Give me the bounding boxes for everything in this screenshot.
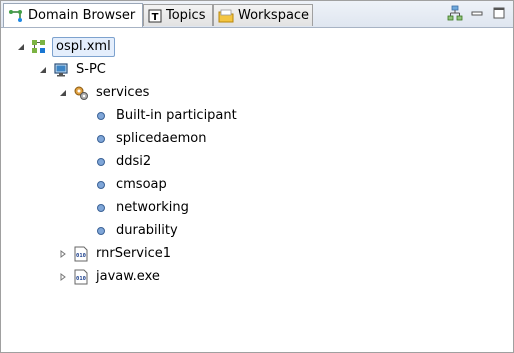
tree-item-label: cmsoap: [116, 177, 167, 192]
tree-item-label: javaw.exe: [96, 269, 160, 284]
svg-text:010: 010: [76, 276, 86, 282]
tree-item-label: services: [96, 85, 150, 100]
computer-icon: [53, 62, 69, 78]
binary-executable-icon: 010: [73, 269, 89, 285]
workspace-icon: [218, 9, 234, 23]
maximize-icon[interactable]: [491, 5, 507, 21]
service-bullet-icon: [93, 108, 109, 124]
tree-item-service[interactable]: splicedaemon: [77, 128, 208, 150]
tab-label: Domain Browser: [28, 8, 136, 23]
tab-label: Topics: [166, 8, 206, 23]
binary-executable-icon: 010: [73, 246, 89, 262]
tree-item-label: rnrService1: [96, 246, 172, 261]
tree-item-label: S-PC: [76, 62, 106, 77]
expanded-arrow-icon[interactable]: [57, 87, 69, 99]
tree-item-label: networking: [116, 200, 189, 215]
svg-text:010: 010: [76, 253, 86, 259]
service-bullet-icon: [93, 154, 109, 170]
tree-item-service[interactable]: durability: [77, 220, 180, 242]
gears-icon: [73, 85, 89, 101]
service-bullet-icon: [93, 177, 109, 193]
collapsed-arrow-icon[interactable]: [57, 248, 69, 260]
service-bullet-icon: [93, 223, 109, 239]
tab-domain-browser[interactable]: Domain Browser: [3, 3, 143, 27]
tree-item-label: durability: [116, 223, 178, 238]
view-tab-bar: Domain Browser T Topics Workspace: [1, 1, 513, 28]
tree-item-label: ddsi2: [116, 154, 152, 169]
tree-item-service[interactable]: Built-in participant: [77, 105, 239, 127]
tree-item-process[interactable]: 010 javaw.exe: [57, 266, 162, 288]
tree-item-label: ospl.xml: [52, 37, 115, 57]
service-bullet-icon: [93, 131, 109, 147]
tree-item-service[interactable]: cmsoap: [77, 174, 169, 196]
tree-item-node[interactable]: S-PC: [37, 59, 108, 81]
tab-topics[interactable]: T Topics: [143, 4, 213, 26]
expanded-arrow-icon[interactable]: [37, 64, 49, 76]
expanded-arrow-icon[interactable]: [15, 41, 27, 53]
view-toolbar: [441, 5, 507, 21]
tree-item-label: Built-in participant: [116, 108, 237, 123]
service-bullet-icon: [93, 200, 109, 216]
svg-text:T: T: [152, 12, 159, 23]
tree-item-root[interactable]: ospl.xml: [15, 36, 115, 58]
tree-item-service[interactable]: networking: [77, 197, 191, 219]
topics-icon: T: [148, 9, 162, 23]
tree-item-service[interactable]: ddsi2: [77, 151, 153, 173]
tab-workspace[interactable]: Workspace: [213, 4, 313, 26]
minimize-icon[interactable]: [469, 5, 485, 21]
domain-tree: ospl.xml S-PC services Built-in particip…: [1, 28, 513, 352]
tree-item-services[interactable]: services: [57, 82, 151, 104]
domain-browser-icon: [8, 8, 24, 24]
hierarchy-icon[interactable]: [447, 5, 463, 21]
domain-config-icon: [31, 39, 47, 55]
tree-item-label: splicedaemon: [116, 131, 207, 146]
tab-label: Workspace: [238, 8, 310, 23]
tree-item-process[interactable]: 010 rnrService1: [57, 243, 173, 265]
collapsed-arrow-icon[interactable]: [57, 271, 69, 283]
domain-browser-panel: Domain Browser T Topics Workspace ospl.x…: [0, 0, 514, 353]
